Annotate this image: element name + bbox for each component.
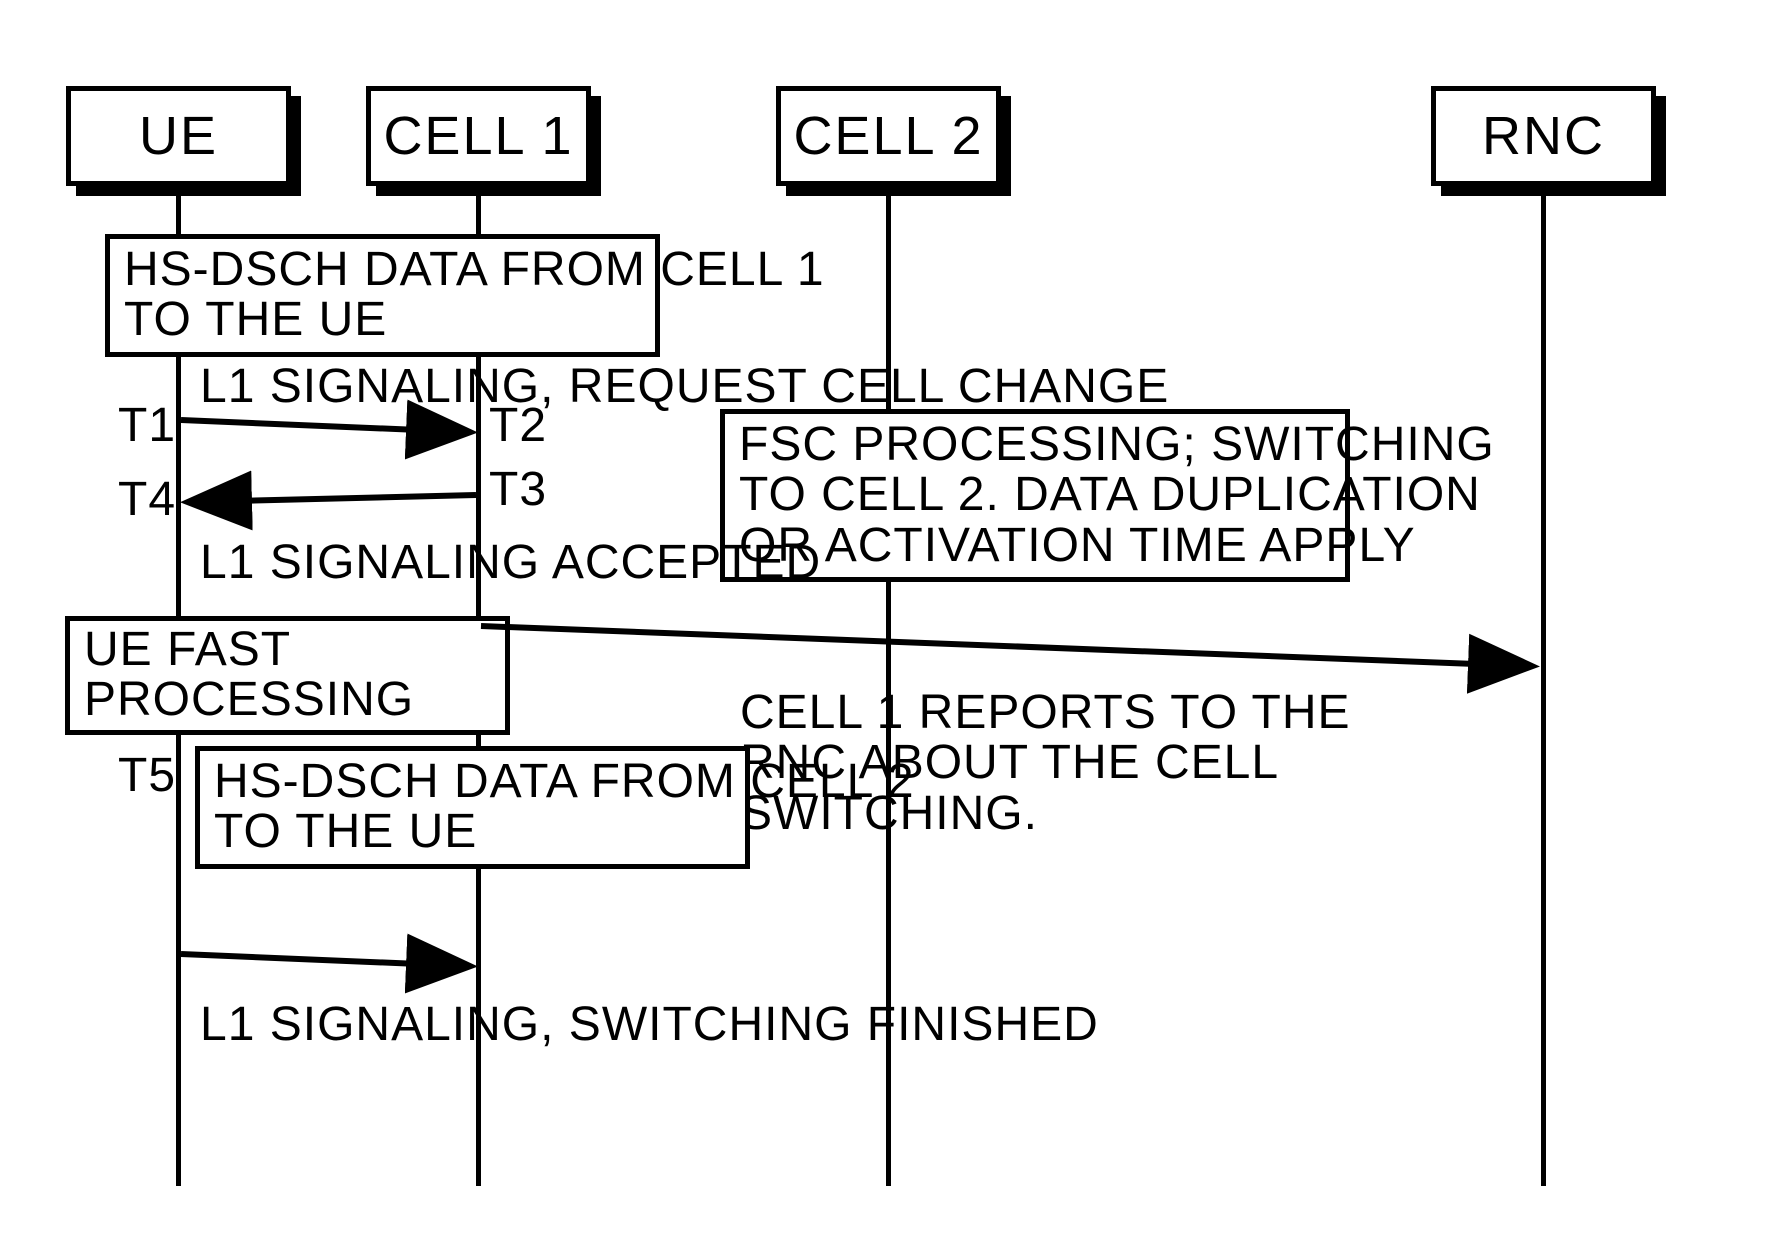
note-fsc-text: FSC PROCESSING; SWITCHING TO CELL 2. DAT… bbox=[739, 418, 1495, 572]
msg-finished-label: L1 SIGNALING, SWITCHING FINISHED bbox=[200, 1000, 1099, 1050]
ue-head-label: UE bbox=[139, 105, 218, 167]
t4-mark: T4 bbox=[118, 472, 176, 527]
rnc-head: RNC bbox=[1431, 86, 1656, 186]
cell1-head: CELL 1 bbox=[366, 86, 591, 186]
msg-request-label: L1 SIGNALING, REQUEST CELL CHANGE bbox=[200, 362, 1169, 412]
msg-accepted-label: L1 SIGNALING ACCEPTED bbox=[200, 538, 821, 588]
arrow-finished bbox=[181, 954, 466, 966]
arrow-accepted bbox=[192, 495, 476, 502]
cell1-head-label: CELL 1 bbox=[383, 105, 573, 167]
sequence-diagram: UE CELL 1 CELL 2 RNC HS-DSCH DATA FROM C… bbox=[0, 0, 1777, 1252]
note-hs-from-cell2-text: HS-DSCH DATA FROM CELL 2 TO THE UE bbox=[214, 755, 915, 858]
rnc-lifeline bbox=[1541, 186, 1546, 1186]
arrow-report bbox=[481, 626, 1528, 666]
note-ue-fast-text: UE FAST PROCESSING bbox=[84, 623, 414, 726]
cell2-head: CELL 2 bbox=[776, 86, 1001, 186]
t2-mark: T2 bbox=[489, 398, 547, 453]
arrow-request bbox=[181, 420, 466, 432]
note-hs-from-cell1: HS-DSCH DATA FROM CELL 1 TO THE UE bbox=[105, 234, 660, 357]
t3-mark: T3 bbox=[489, 462, 547, 517]
note-ue-fast: UE FAST PROCESSING bbox=[65, 616, 510, 735]
rnc-head-label: RNC bbox=[1482, 105, 1605, 167]
note-hs-from-cell1-text: HS-DSCH DATA FROM CELL 1 TO THE UE bbox=[124, 243, 825, 346]
cell2-head-label: CELL 2 bbox=[793, 105, 983, 167]
ue-head: UE bbox=[66, 86, 291, 186]
note-hs-from-cell2: HS-DSCH DATA FROM CELL 2 TO THE UE bbox=[195, 746, 750, 869]
t1-mark: T1 bbox=[118, 398, 176, 453]
t5-mark: T5 bbox=[118, 748, 176, 803]
